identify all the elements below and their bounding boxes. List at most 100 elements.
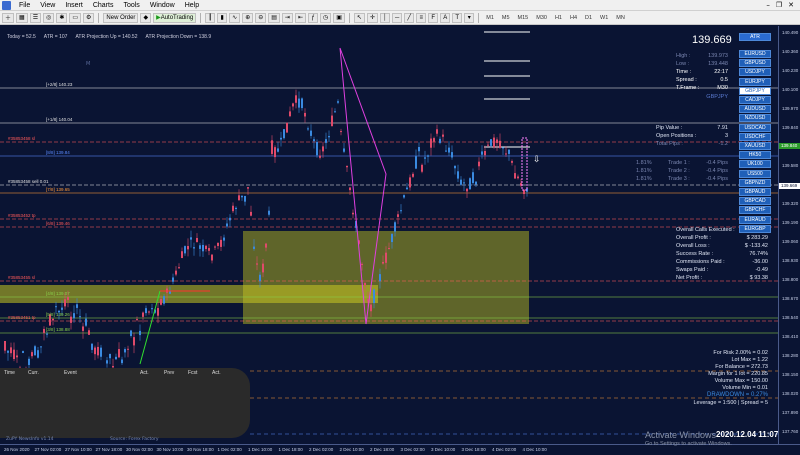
risk-line: Margin for 1 lot = 220.85 xyxy=(708,371,768,377)
fibonacci-icon[interactable]: F xyxy=(428,12,439,23)
candle-body xyxy=(184,246,186,254)
menu-insert[interactable]: Insert xyxy=(60,2,88,9)
news-header-forecast: Fcst xyxy=(188,370,198,376)
candlestick-icon[interactable]: ▮ xyxy=(217,12,228,23)
stat-label: Net Profit : xyxy=(676,275,702,281)
chart-shift-icon[interactable]: ⇤ xyxy=(294,12,306,23)
symbol-button-eurusd[interactable]: EURUSD xyxy=(739,50,771,58)
menu-view[interactable]: View xyxy=(35,2,60,9)
timeframe-h4[interactable]: H4 xyxy=(567,13,580,23)
menu-window[interactable]: Window xyxy=(145,2,180,9)
symbol-name: GBPJPY xyxy=(706,94,728,100)
timeframe-h1[interactable]: H1 xyxy=(552,13,565,23)
timeframe-d1[interactable]: D1 xyxy=(582,13,595,23)
tile-icon[interactable]: ▤ xyxy=(268,12,280,23)
terminal-icon[interactable]: ▭ xyxy=(69,12,82,23)
data-window-icon[interactable]: ◎ xyxy=(43,12,55,23)
vertical-line-icon[interactable]: │ xyxy=(379,12,390,23)
symbol-button-audusd[interactable]: AUDUSD xyxy=(739,105,771,114)
restore-icon[interactable]: ❐ xyxy=(776,1,782,9)
symbol-button-gbpcad[interactable]: GBPCAD xyxy=(739,197,771,206)
channel-icon[interactable]: ≡ xyxy=(416,12,427,23)
timeframe-m5[interactable]: M5 xyxy=(499,13,513,23)
zoom-in-icon[interactable]: ⊕ xyxy=(242,12,254,23)
zoom-out-icon[interactable]: ⊖ xyxy=(255,12,267,23)
level-label: #35853458 sl xyxy=(8,136,36,141)
atr-button[interactable]: ATR xyxy=(739,33,771,41)
cursor-icon[interactable]: ↖ xyxy=(353,12,365,23)
bar-chart-icon[interactable]: ┃ xyxy=(205,12,216,23)
menu-help[interactable]: Help xyxy=(180,2,204,9)
symbol-button-usdchf[interactable]: USDCHF xyxy=(739,132,771,141)
level-label: [+2/8] 140.23 xyxy=(46,82,73,87)
symbol-button-gbpchf[interactable]: GBPCHF xyxy=(739,206,771,215)
horizontal-line-icon[interactable]: ─ xyxy=(391,12,403,23)
symbol-button-usdcad[interactable]: USDCAD xyxy=(739,123,771,132)
symbol-button-cadjpy[interactable]: CADJPY xyxy=(739,96,771,104)
crosshair-icon[interactable]: ✛ xyxy=(366,12,378,23)
market-watch-icon[interactable]: ☰ xyxy=(29,12,42,23)
symbol-button-gbpaud[interactable]: GBPAUD xyxy=(739,188,771,196)
periods-icon[interactable]: ◷ xyxy=(319,12,332,23)
candle-body xyxy=(223,237,225,241)
candle-body xyxy=(22,351,24,353)
symbol-button-xauusd[interactable]: XAUUSD xyxy=(739,142,771,150)
new-order-button[interactable]: New Order xyxy=(103,12,139,23)
indicators-icon[interactable]: ƒ xyxy=(307,12,318,23)
symbol-button-gbpusd[interactable]: GBPUSD xyxy=(739,59,771,68)
atr-projection-up: ATR Projection Up = 140.52 xyxy=(75,34,138,40)
symbol-button-usdjpy[interactable]: USDJPY xyxy=(739,68,771,77)
templates-icon[interactable]: ▣ xyxy=(333,12,345,23)
candle-body xyxy=(403,195,405,198)
candle-body xyxy=(64,299,66,307)
candle-body xyxy=(40,346,42,348)
candle-body xyxy=(175,270,177,275)
new-chart-icon[interactable]: ＋ xyxy=(2,12,15,23)
meta-editor-icon[interactable]: ◆ xyxy=(140,12,152,23)
price-axis[interactable]: 140.490 140.360 140.230 140.100 139.970 139.8… xyxy=(778,26,800,444)
timeframe-m1[interactable]: M1 xyxy=(483,13,497,23)
timeframe-m15[interactable]: M15 xyxy=(515,13,532,23)
symbol-button-eurjpy[interactable]: EURJPY xyxy=(739,77,771,86)
text-icon[interactable]: A xyxy=(440,12,451,23)
stat-value: -0.49 xyxy=(755,267,768,273)
label-icon[interactable]: T xyxy=(452,12,463,23)
symbol-button-eurgbp[interactable]: EURGBP xyxy=(739,224,771,233)
menu-file[interactable]: File xyxy=(14,2,35,9)
navigator-icon[interactable]: ✱ xyxy=(56,12,68,23)
menu-charts[interactable]: Charts xyxy=(88,2,119,9)
minimize-icon[interactable]: – xyxy=(766,1,770,9)
trade-2-value: -0.4 Pips xyxy=(706,168,728,174)
candle-body xyxy=(418,147,420,152)
timeframe-mn[interactable]: MN xyxy=(613,13,628,23)
timeframe-w1[interactable]: W1 xyxy=(597,13,611,23)
arrows-icon[interactable]: ▾ xyxy=(464,12,475,23)
candle-body xyxy=(193,247,195,249)
time-tick-label: 1 Dec 02:00 xyxy=(217,447,242,452)
symbol-button-us500[interactable]: US500 xyxy=(739,169,771,178)
symbol-button-nzdusd[interactable]: NZDUSD xyxy=(739,114,771,123)
strategy-tester-icon[interactable]: ⚙ xyxy=(83,12,95,23)
symbol-button-gbpjpy[interactable]: GBPJPY xyxy=(739,86,771,95)
candle-body xyxy=(499,140,501,148)
candle-body xyxy=(79,316,81,318)
timeframe-m30[interactable]: M30 xyxy=(533,13,550,23)
symbol-button-gbpnzd[interactable]: GBPNZD xyxy=(739,178,771,187)
close-icon[interactable]: ✕ xyxy=(788,1,794,9)
symbol-button-hk50[interactable]: HK50 xyxy=(739,151,771,160)
profiles-icon[interactable]: ▦ xyxy=(16,12,28,23)
autoscroll-icon[interactable]: ⇥ xyxy=(281,12,293,23)
news-panel[interactable]: Time Curr. Event Act. Prev Fcst Act. xyxy=(0,368,250,438)
trendline-icon[interactable]: ╱ xyxy=(404,12,415,23)
symbol-button-uk100[interactable]: UK100 xyxy=(739,160,771,169)
candle-body xyxy=(331,115,333,126)
stat-value: $ 93.38 xyxy=(749,275,768,281)
symbol-button-euraud[interactable]: EURAUD xyxy=(739,215,771,224)
line-chart-icon[interactable]: ∿ xyxy=(229,12,241,23)
price-chart[interactable]: ⇩ [+2/8] 140.23 [+1/8] 140.04 #35853458 sl… xyxy=(0,26,778,444)
menu-tools[interactable]: Tools xyxy=(118,2,144,9)
candle-body xyxy=(322,146,324,152)
candle-body xyxy=(43,328,45,333)
candle-body xyxy=(226,223,228,227)
autotrading-button[interactable]: ▶ AutoTrading xyxy=(153,12,197,23)
